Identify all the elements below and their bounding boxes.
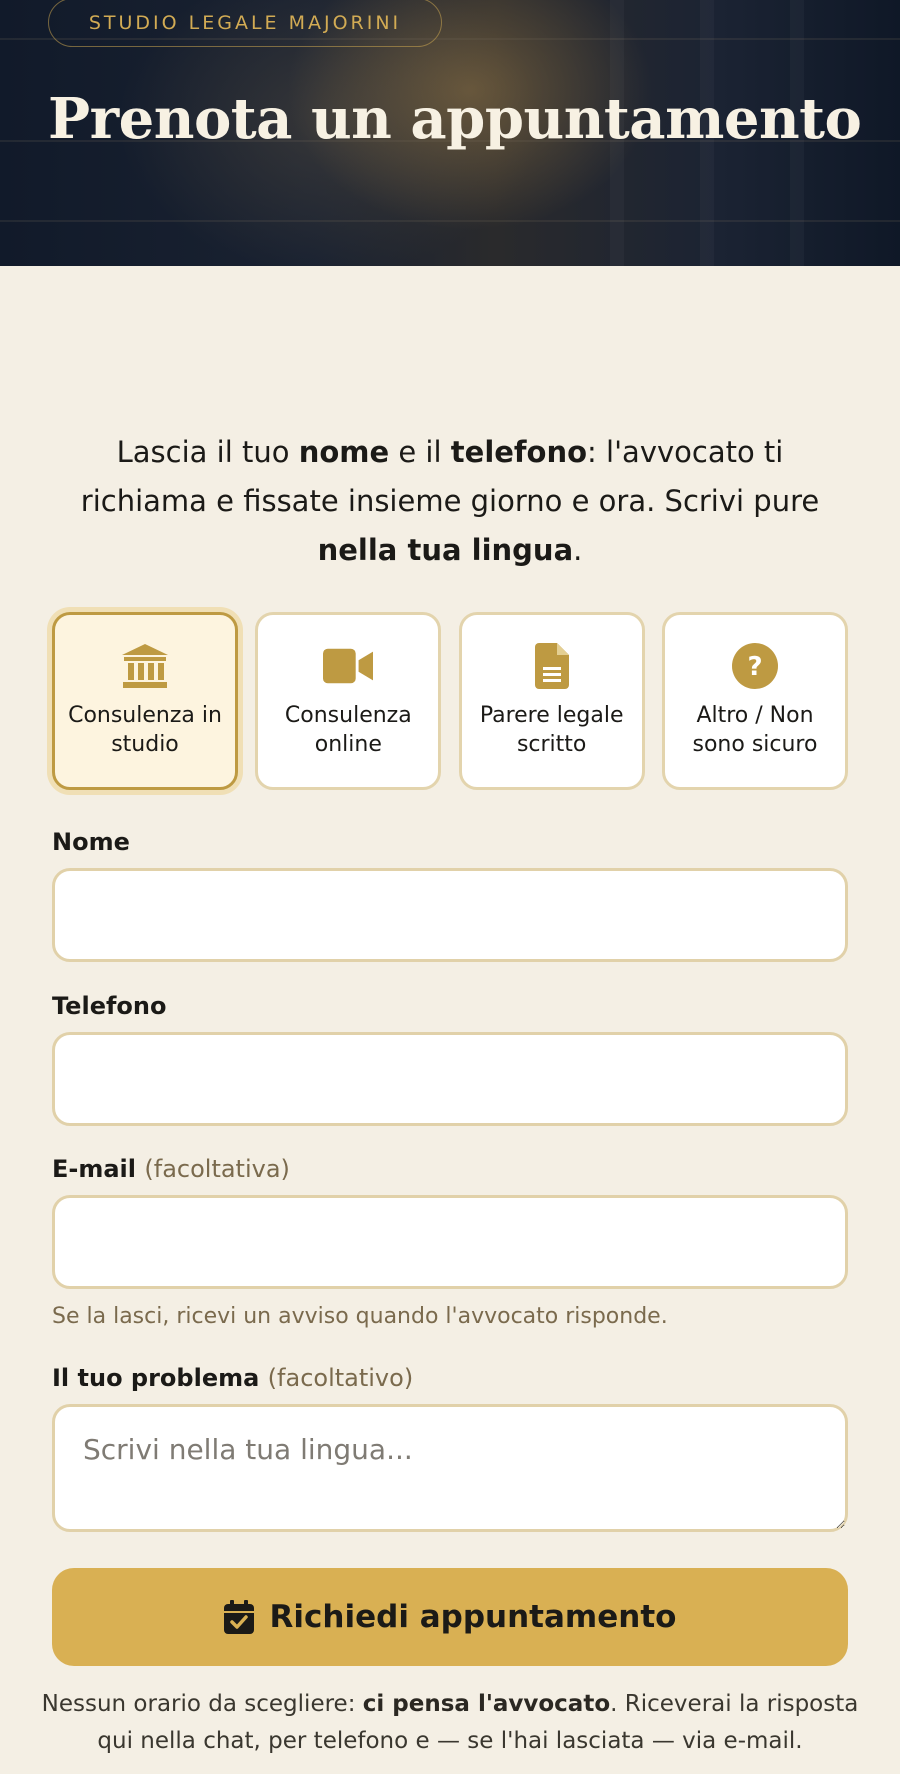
problem-label-text: Il tuo problema xyxy=(52,1364,260,1392)
intro-text-part: . xyxy=(573,533,583,567)
problem-label: Il tuo problema (facoltativo) xyxy=(52,1364,413,1392)
intro-text-bold: nella tua lingua xyxy=(317,533,574,567)
email-label-text: E-mail xyxy=(52,1155,137,1183)
hero-background-shelf xyxy=(0,220,900,222)
intro-text-bold: telefono xyxy=(450,435,588,469)
studio-badge: STUDIO LEGALE MAJORINI xyxy=(48,0,442,47)
type-option-in-studio[interactable]: Consulenza in studio xyxy=(52,612,238,790)
document-icon xyxy=(527,643,577,689)
type-option-label: Altro / Non sono sicuro xyxy=(692,703,818,757)
page-title: Prenota un appuntamento xyxy=(48,86,862,152)
type-option-label: Consulenza online xyxy=(284,703,412,757)
email-label: E-mail (facoltativa) xyxy=(52,1155,290,1183)
intro-text-part: e il xyxy=(389,435,451,469)
question-circle-icon: ? xyxy=(730,643,780,689)
intro-text-bold: nome xyxy=(298,435,390,469)
footer-note-part: Nessun orario da scegliere: xyxy=(41,1691,363,1717)
request-appointment-label: Richiedi appuntamento xyxy=(269,1599,677,1635)
problem-optional-text: (facoltativo) xyxy=(267,1364,414,1392)
bank-icon xyxy=(120,643,170,689)
footer-note: Nessun orario da scegliere: ci pensa l'a… xyxy=(40,1686,860,1760)
calendar-check-icon xyxy=(223,1600,254,1634)
footer-note-bold: ci pensa l'avvocato xyxy=(362,1691,611,1717)
request-appointment-button[interactable]: Richiedi appuntamento xyxy=(52,1568,848,1666)
email-optional-text: (facoltativa) xyxy=(144,1155,290,1183)
type-option-written-opinion[interactable]: Parere legale scritto xyxy=(458,612,645,790)
name-label: Nome xyxy=(52,828,130,856)
phone-label: Telefono xyxy=(52,992,167,1020)
svg-text:?: ? xyxy=(747,652,762,682)
video-camera-icon xyxy=(323,643,374,689)
email-hint: Se la lasci, ricevi un avviso quando l'a… xyxy=(52,1304,668,1329)
type-option-other[interactable]: ? Altro / Non sono sicuro xyxy=(661,612,848,790)
appointment-type-selector: Consulenza in studio Consulenza online P… xyxy=(52,612,848,790)
phone-input[interactable] xyxy=(52,1032,848,1126)
intro-text: Lascia il tuo nome e il telefono: l'avvo… xyxy=(52,428,848,575)
type-option-online[interactable]: Consulenza online xyxy=(255,612,442,790)
email-input[interactable] xyxy=(52,1195,848,1289)
name-input[interactable] xyxy=(52,868,848,962)
hero-banner: STUDIO LEGALE MAJORINI Prenota un appunt… xyxy=(0,0,900,266)
type-option-label: Parere legale scritto xyxy=(479,703,624,757)
type-option-label: Consulenza in studio xyxy=(68,703,222,757)
problem-textarea[interactable] xyxy=(52,1404,848,1532)
intro-text-part: Lascia il tuo xyxy=(116,435,299,469)
